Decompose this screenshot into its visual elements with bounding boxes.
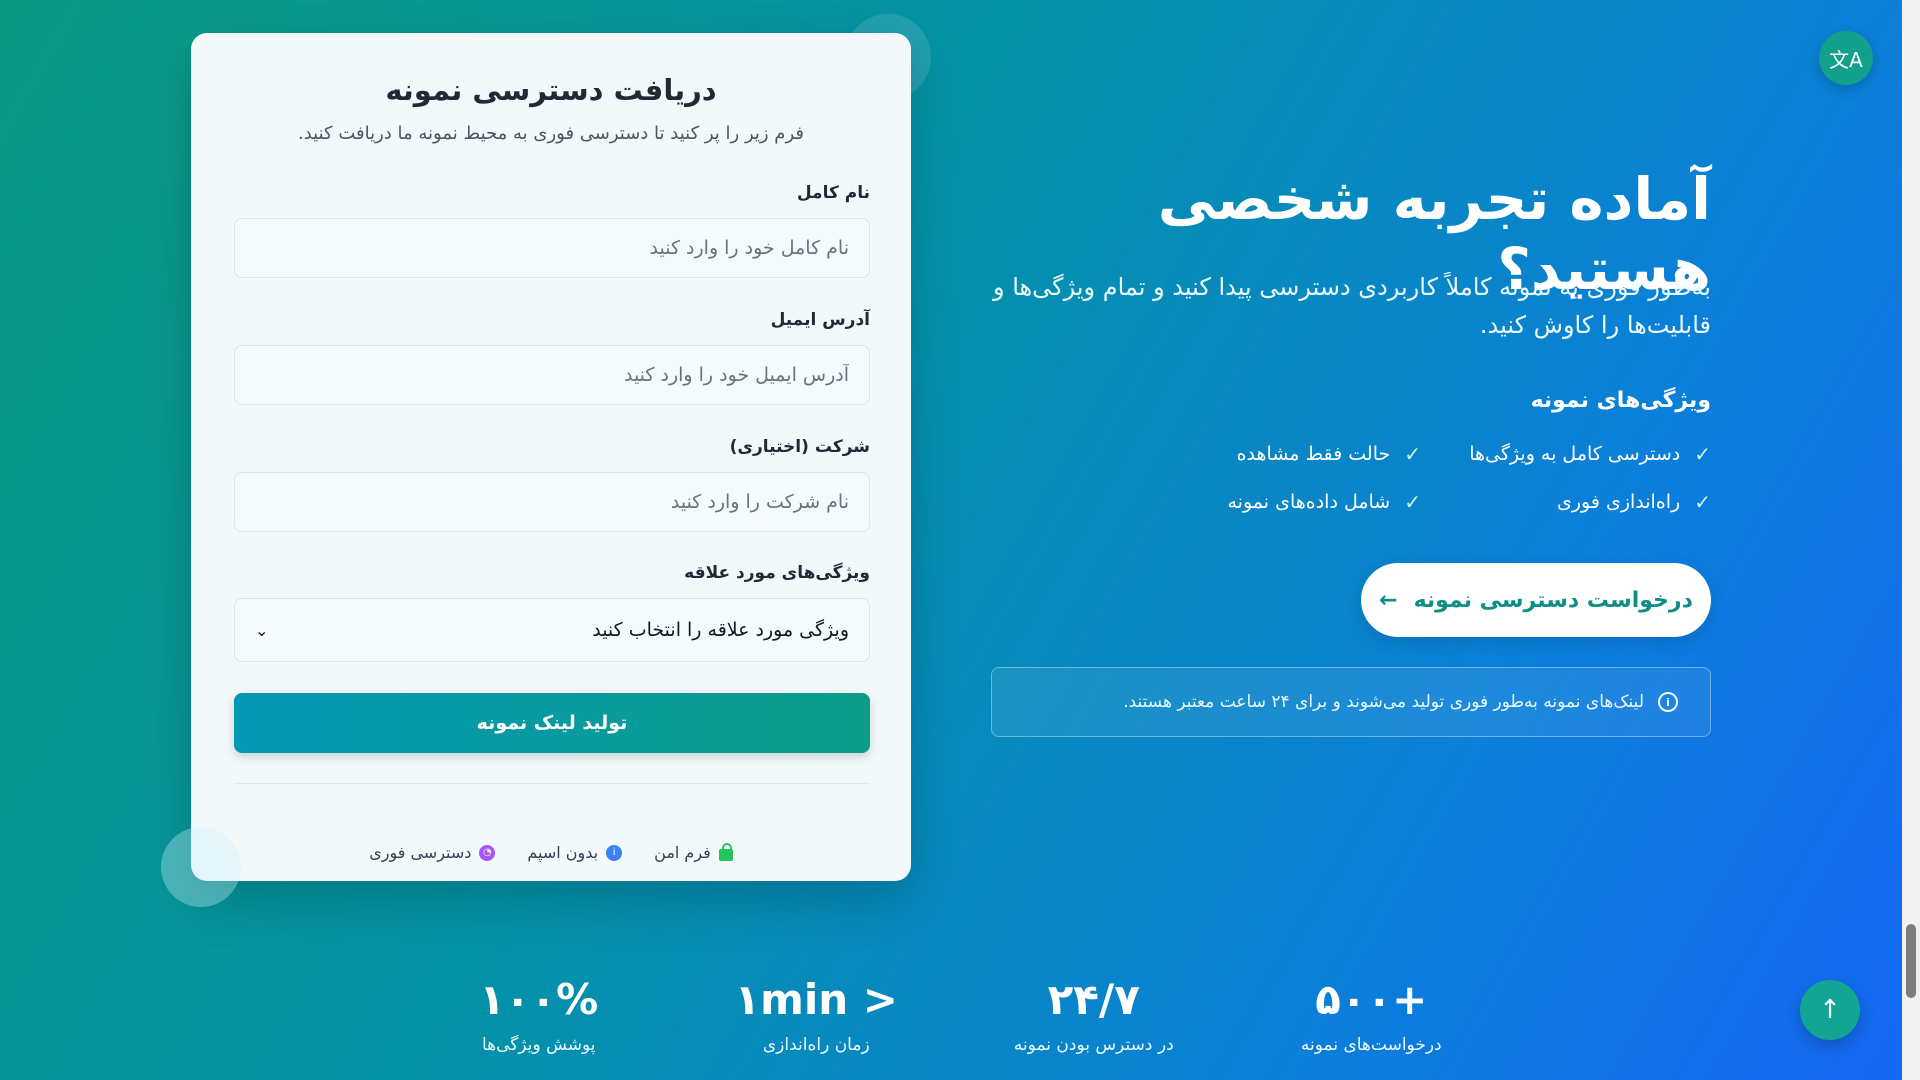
language-toggle-button[interactable]: 文A [1819,31,1873,85]
feature-label: حالت فقط مشاهده [1236,443,1391,465]
stat-label: زمان راه‌اندازی [762,1035,870,1056]
trust-item-secure: فرم امن [654,842,733,862]
stat-item: +۵۰۰ درخواست‌های نمونه [1233,975,1511,1055]
stat-label: درخواست‌های نمونه [1300,1035,1442,1056]
interest-selected-value: ویژگی مورد علاقه را انتخاب کنید [592,619,849,641]
stat-item: < ۱min زمان راه‌اندازی [678,975,956,1055]
chevron-down-icon: ⌄ [255,620,269,640]
generate-demo-link-button[interactable]: تولید لینک نمونه [234,693,870,753]
divider [234,783,870,784]
stat-value: ۲۴/۷ [1047,975,1140,1024]
check-icon: ✓ [1694,442,1711,466]
company-label: شرکت (اختیاری) [729,437,870,457]
trust-badges: فرم امن i بدون اسپم ◔ دسترسی فوری [191,842,911,862]
check-icon: ✓ [1404,490,1421,514]
trust-label: دسترسی فوری [369,843,472,862]
arrow-up-icon: ↑ [1819,995,1841,1025]
feature-item: ✓ راه‌اندازی فوری [1421,490,1711,514]
lock-icon [718,842,733,861]
translate-icon: 文A [1829,47,1863,72]
feature-item: ✓ حالت فقط مشاهده [1131,442,1421,466]
features-list: ✓ دسترسی کامل به ویژگی‌ها ✓ حالت فقط مشا… [1111,442,1711,514]
stat-item: ۲۴/۷ در دسترس بودن نمونه [955,975,1233,1055]
form-title: دریافت دسترسی نمونه [385,73,717,107]
info-icon: i [606,844,623,861]
trust-item-instant: ◔ دسترسی فوری [369,843,496,862]
demo-request-card: دریافت دسترسی نمونه فرم زیر را پر کنید ت… [191,33,911,881]
clock-icon: ◔ [479,844,496,861]
name-label: نام کامل [796,183,870,203]
info-notice: i لینک‌های نمونه به‌طور فوری تولید می‌شو… [991,667,1711,737]
email-label: آدرس ایمیل [770,310,870,330]
feature-item: ✓ دسترسی کامل به ویژگی‌ها [1421,442,1711,466]
hero-description: به‌طور فوری به نمونه کاملاً کاربردی دستر… [992,273,1711,340]
feature-item: ✓ شامل داده‌های نمونه [1131,490,1421,514]
stat-label: در دسترس بودن نمونه [1013,1035,1174,1056]
scroll-to-top-button[interactable]: ↑ [1800,980,1860,1040]
features-title: ویژگی‌های نمونه [1530,388,1711,413]
scrollbar-thumb[interactable] [1906,924,1916,998]
stat-value: +۵۰۰ [1315,975,1428,1024]
full-name-input[interactable] [234,218,870,278]
feature-label: راه‌اندازی فوری [1556,491,1681,513]
trust-label: فرم امن [654,843,711,862]
stat-item: ۱۰۰% پوشش ویژگی‌ها [400,975,678,1055]
info-circle-icon: i [1658,692,1678,712]
company-input[interactable] [234,472,870,532]
stat-label: پوشش ویژگی‌ها [481,1035,596,1056]
stat-value: ۱۰۰% [479,975,599,1024]
decorative-circle [161,827,241,907]
form-subtitle: فرم زیر را پر کنید تا دسترسی فوری به محی… [298,123,804,144]
cta-label: درخواست دسترسی نمونه [1413,587,1693,613]
interest-label: ویژگی‌های مورد علاقه [684,563,870,583]
arrow-left-icon: ← [1379,587,1398,613]
trust-item-no-spam: i بدون اسپم [527,843,623,862]
email-input[interactable] [234,345,870,405]
stat-value: < ۱min [734,975,899,1024]
request-demo-button[interactable]: درخواست دسترسی نمونه ← [1361,563,1711,637]
trust-label: بدون اسپم [527,843,599,862]
feature-label: دسترسی کامل به ویژگی‌ها [1469,443,1681,465]
stats-row: +۵۰۰ درخواست‌های نمونه ۲۴/۷ در دسترس بود… [400,975,1510,1055]
page-scrollbar[interactable] [1902,0,1920,1080]
interest-select[interactable]: ویژگی مورد علاقه را انتخاب کنید ⌄ [234,598,870,662]
feature-label: شامل داده‌های نمونه [1227,491,1391,513]
check-icon: ✓ [1694,490,1711,514]
notice-text: لینک‌های نمونه به‌طور فوری تولید می‌شوند… [1123,692,1644,712]
check-icon: ✓ [1404,442,1421,466]
